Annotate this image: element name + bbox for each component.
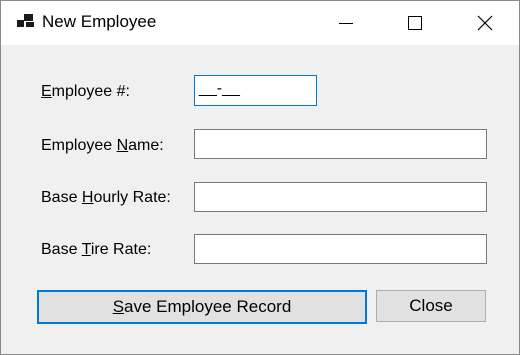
base-hourly-rate-label: Base Hourly Rate: <box>41 189 171 206</box>
close-button[interactable]: Close <box>376 290 486 322</box>
minimize-button[interactable] <box>323 1 369 45</box>
title-bar[interactable]: New Employee <box>1 1 519 45</box>
employee-number-label: Employee #: <box>41 83 130 100</box>
base-tire-rate-input[interactable] <box>194 234 487 264</box>
save-employee-record-button[interactable]: Save Employee Record <box>37 290 367 324</box>
base-tire-rate-label: Base Tire Rate: <box>41 241 152 258</box>
maximize-icon <box>408 16 422 30</box>
maximize-button[interactable] <box>392 1 438 45</box>
employee-name-input[interactable] <box>194 129 487 159</box>
employee-name-label: Employee Name: <box>41 137 164 154</box>
close-icon <box>477 15 493 31</box>
window-title: New Employee <box>42 12 157 31</box>
new-employee-window: New Employee Employee #: __-__ Employee … <box>0 0 520 355</box>
employee-number-input[interactable]: __-__ <box>194 75 317 106</box>
app-icon <box>17 14 35 30</box>
base-hourly-rate-input[interactable] <box>194 182 487 212</box>
minimize-icon <box>339 22 353 24</box>
close-window-button[interactable] <box>462 1 508 45</box>
